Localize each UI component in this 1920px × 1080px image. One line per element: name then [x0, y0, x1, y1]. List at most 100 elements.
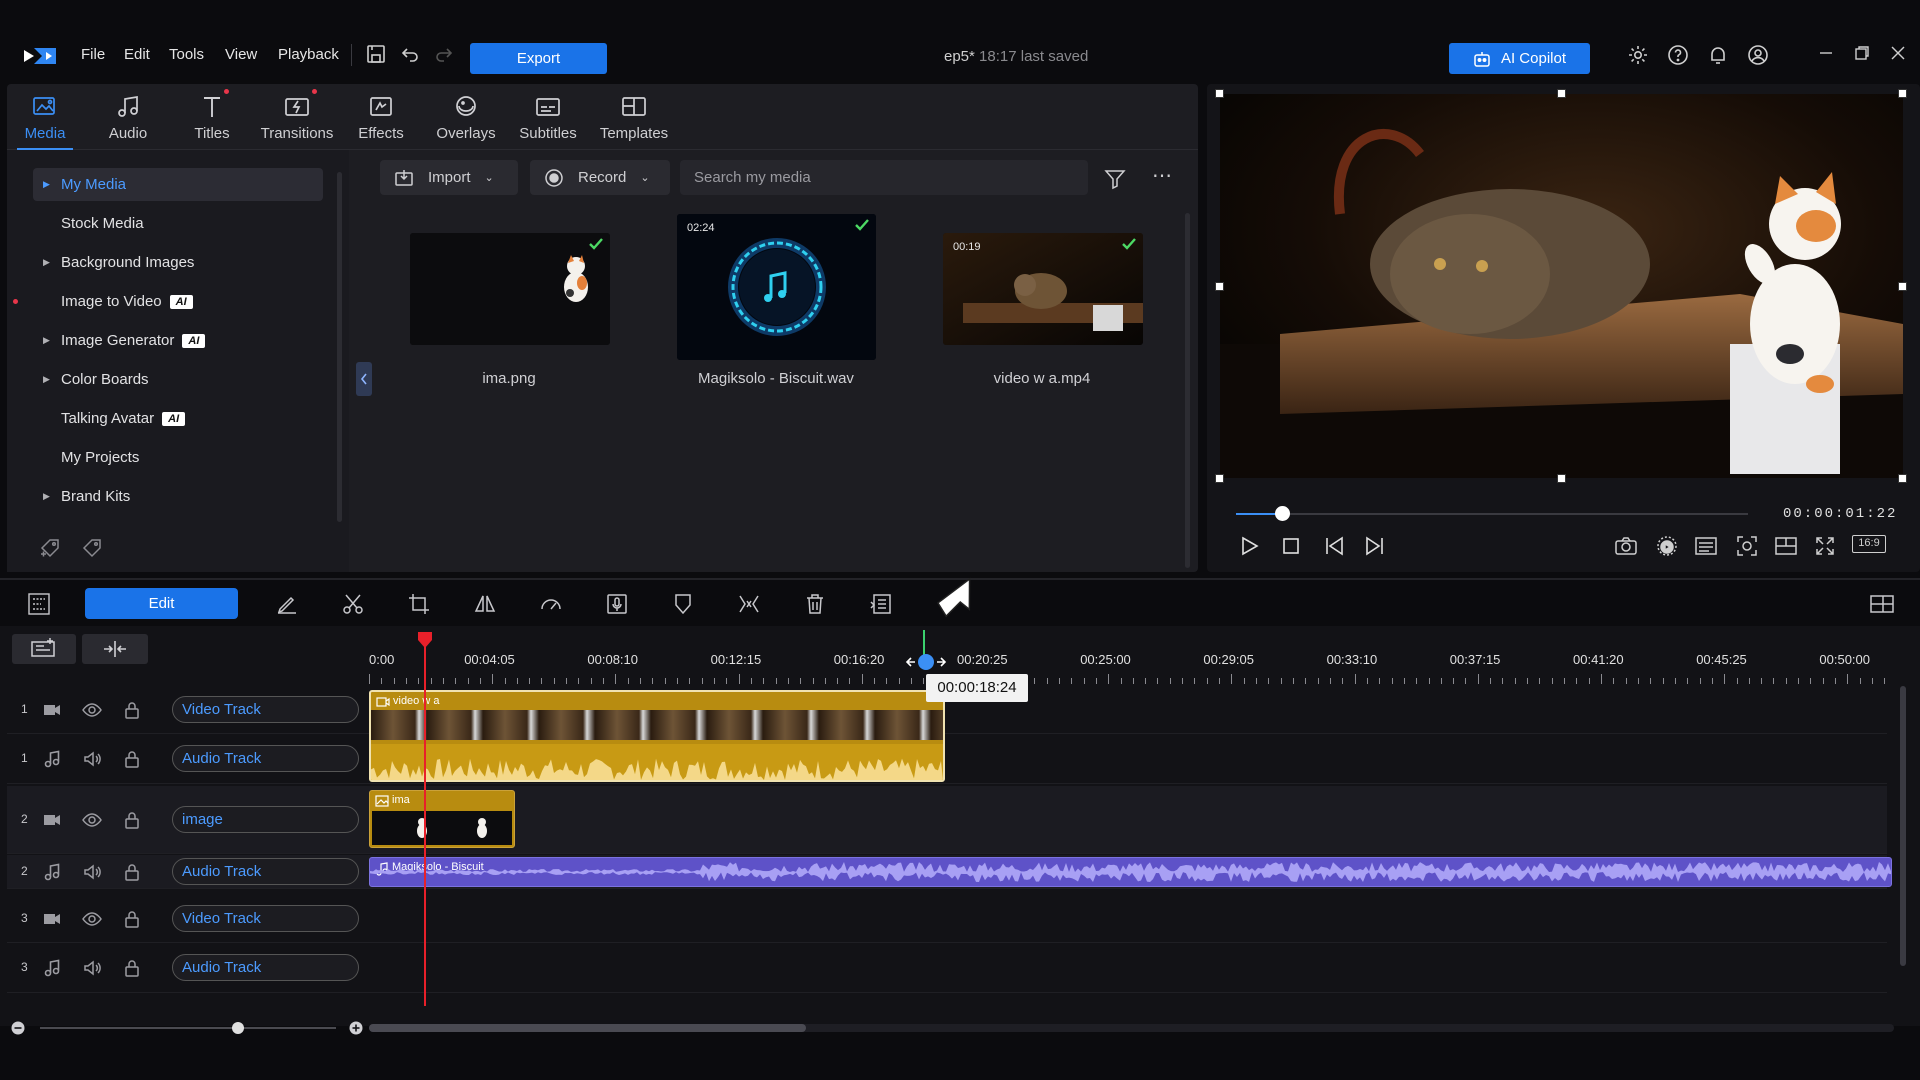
save-icon[interactable]: [366, 44, 388, 66]
timeline-horizontal-scrollbar[interactable]: [369, 1024, 1894, 1032]
notification-bell-icon[interactable]: [1707, 44, 1729, 66]
sidebar-item-image-to-video[interactable]: Image to Video AI: [33, 285, 323, 318]
ai-copilot-button[interactable]: AI Copilot: [1449, 43, 1590, 74]
video-clip[interactable]: video w a: [369, 690, 945, 782]
minimize-icon[interactable]: [1817, 44, 1839, 66]
crop-icon[interactable]: [407, 592, 431, 616]
menu-view[interactable]: View: [225, 46, 257, 63]
account-icon[interactable]: [1747, 44, 1769, 66]
resize-handle[interactable]: [1557, 474, 1566, 483]
timeline-zoom-slider[interactable]: [40, 1022, 336, 1034]
mute-speaker-icon[interactable]: [82, 958, 102, 978]
flip-icon[interactable]: [473, 592, 497, 616]
add-tag-icon[interactable]: [39, 535, 63, 559]
playhead[interactable]: [418, 632, 432, 1006]
subtitle-display-icon[interactable]: [1694, 534, 1718, 558]
sidebar-item-brand-kits[interactable]: ▶ Brand Kits: [33, 480, 323, 513]
track-manager-button[interactable]: [12, 634, 76, 664]
mute-speaker-icon[interactable]: [82, 749, 102, 769]
tab-effects[interactable]: Effects: [353, 84, 409, 150]
sidebar-item-background-images[interactable]: ▶ Background Images: [33, 246, 323, 279]
lock-icon[interactable]: [122, 862, 142, 882]
stop-icon[interactable]: [1279, 534, 1303, 558]
resize-handle[interactable]: [1898, 89, 1907, 98]
fullscreen-icon[interactable]: [1813, 534, 1837, 558]
help-icon[interactable]: [1667, 44, 1689, 66]
delete-trash-icon[interactable]: [803, 592, 827, 616]
redo-icon[interactable]: [434, 44, 456, 66]
tab-titles[interactable]: Titles: [184, 84, 240, 150]
lock-icon[interactable]: [122, 958, 142, 978]
split-scissors-icon[interactable]: [341, 592, 365, 616]
menu-playback[interactable]: Playback: [278, 46, 339, 63]
lock-icon[interactable]: [122, 749, 142, 769]
collapse-sidebar-button[interactable]: [356, 362, 372, 396]
speed-icon[interactable]: [539, 592, 563, 616]
image-clip[interactable]: ima: [369, 790, 515, 848]
scrollbar-thumb[interactable]: [369, 1024, 806, 1032]
tab-overlays[interactable]: Overlays: [430, 84, 502, 150]
media-thumb-image[interactable]: [410, 233, 610, 345]
playback-progress-track[interactable]: [1236, 506, 1748, 521]
resize-handle[interactable]: [1898, 474, 1907, 483]
filter-icon[interactable]: [1103, 167, 1127, 191]
voiceover-icon[interactable]: [605, 592, 629, 616]
sidebar-item-my-projects[interactable]: My Projects: [33, 441, 323, 474]
menu-tools[interactable]: Tools: [169, 46, 204, 63]
lock-icon[interactable]: [122, 909, 142, 929]
resize-handle[interactable]: [1898, 282, 1907, 291]
lock-icon[interactable]: [122, 810, 142, 830]
sidebar-item-my-media[interactable]: ▶ My Media: [33, 168, 323, 201]
tag-icon[interactable]: [81, 535, 105, 559]
visibility-eye-icon[interactable]: [82, 700, 102, 720]
marker-shield-icon[interactable]: [671, 592, 695, 616]
mute-speaker-icon[interactable]: [82, 862, 102, 882]
restore-icon[interactable]: [1853, 44, 1875, 66]
import-button[interactable]: Import ⌄: [380, 160, 518, 195]
tab-media[interactable]: Media: [17, 84, 73, 150]
timeline-view-icon[interactable]: [27, 592, 51, 616]
settings-gear-icon[interactable]: [1627, 44, 1649, 66]
track-name-field[interactable]: Video Track: [172, 905, 359, 932]
tab-transitions[interactable]: Transitions: [257, 84, 337, 150]
snapshot-camera-icon[interactable]: [1614, 534, 1638, 558]
tab-templates[interactable]: Templates: [594, 84, 674, 150]
record-button[interactable]: Record ⌄: [530, 160, 670, 195]
resize-handle[interactable]: [1557, 89, 1566, 98]
track-name-field[interactable]: Video Track: [172, 696, 359, 723]
fit-timeline-button[interactable]: [82, 634, 148, 664]
media-scrollbar[interactable]: [1185, 213, 1190, 568]
timeline-ruler[interactable]: 0:00 00:04:05 00:08:10 00:12:15 00:16:20 00:2…: [365, 640, 1895, 690]
menu-file[interactable]: File: [81, 46, 105, 63]
track-name-field[interactable]: Audio Track: [172, 745, 359, 772]
playback-quality-icon[interactable]: [1655, 534, 1679, 558]
media-thumb-video[interactable]: 00:19: [943, 233, 1143, 345]
playback-scrubber-handle[interactable]: [1275, 506, 1291, 521]
zoom-in-icon[interactable]: [349, 1021, 363, 1035]
audio-ducking-icon[interactable]: [737, 592, 761, 616]
resize-handle[interactable]: [1215, 474, 1224, 483]
undo-icon[interactable]: [400, 44, 422, 66]
pen-tool-icon[interactable]: [275, 592, 299, 616]
preview-video-frame[interactable]: [1220, 94, 1903, 478]
aspect-ratio-button[interactable]: 16:9: [1852, 535, 1886, 553]
track-name-field[interactable]: Audio Track: [172, 954, 359, 981]
previous-frame-icon[interactable]: [1323, 534, 1347, 558]
track-name-field[interactable]: Audio Track: [172, 858, 359, 885]
audio-clip[interactable]: Magiksolo - Biscuit: [369, 857, 1892, 887]
zoom-preview-icon[interactable]: [1735, 534, 1759, 558]
sidebar-scrollbar[interactable]: [337, 172, 342, 522]
sidebar-item-stock-media[interactable]: Stock Media: [33, 207, 323, 240]
sidebar-item-talking-avatar[interactable]: Talking Avatar AI: [33, 402, 323, 435]
visibility-eye-icon[interactable]: [82, 810, 102, 830]
layout-icon[interactable]: [1774, 534, 1798, 558]
resize-handle[interactable]: [1215, 89, 1224, 98]
drag-handle-icon[interactable]: [905, 653, 947, 671]
sidebar-item-color-boards[interactable]: ▶ Color Boards: [33, 363, 323, 396]
sidebar-item-image-generator[interactable]: ▶ Image Generator AI: [33, 324, 323, 357]
text-list-icon[interactable]: [869, 592, 893, 616]
next-frame-icon[interactable]: [1362, 534, 1386, 558]
visibility-eye-icon[interactable]: [82, 909, 102, 929]
search-media-input[interactable]: [680, 160, 1088, 195]
play-icon[interactable]: [1237, 534, 1261, 558]
